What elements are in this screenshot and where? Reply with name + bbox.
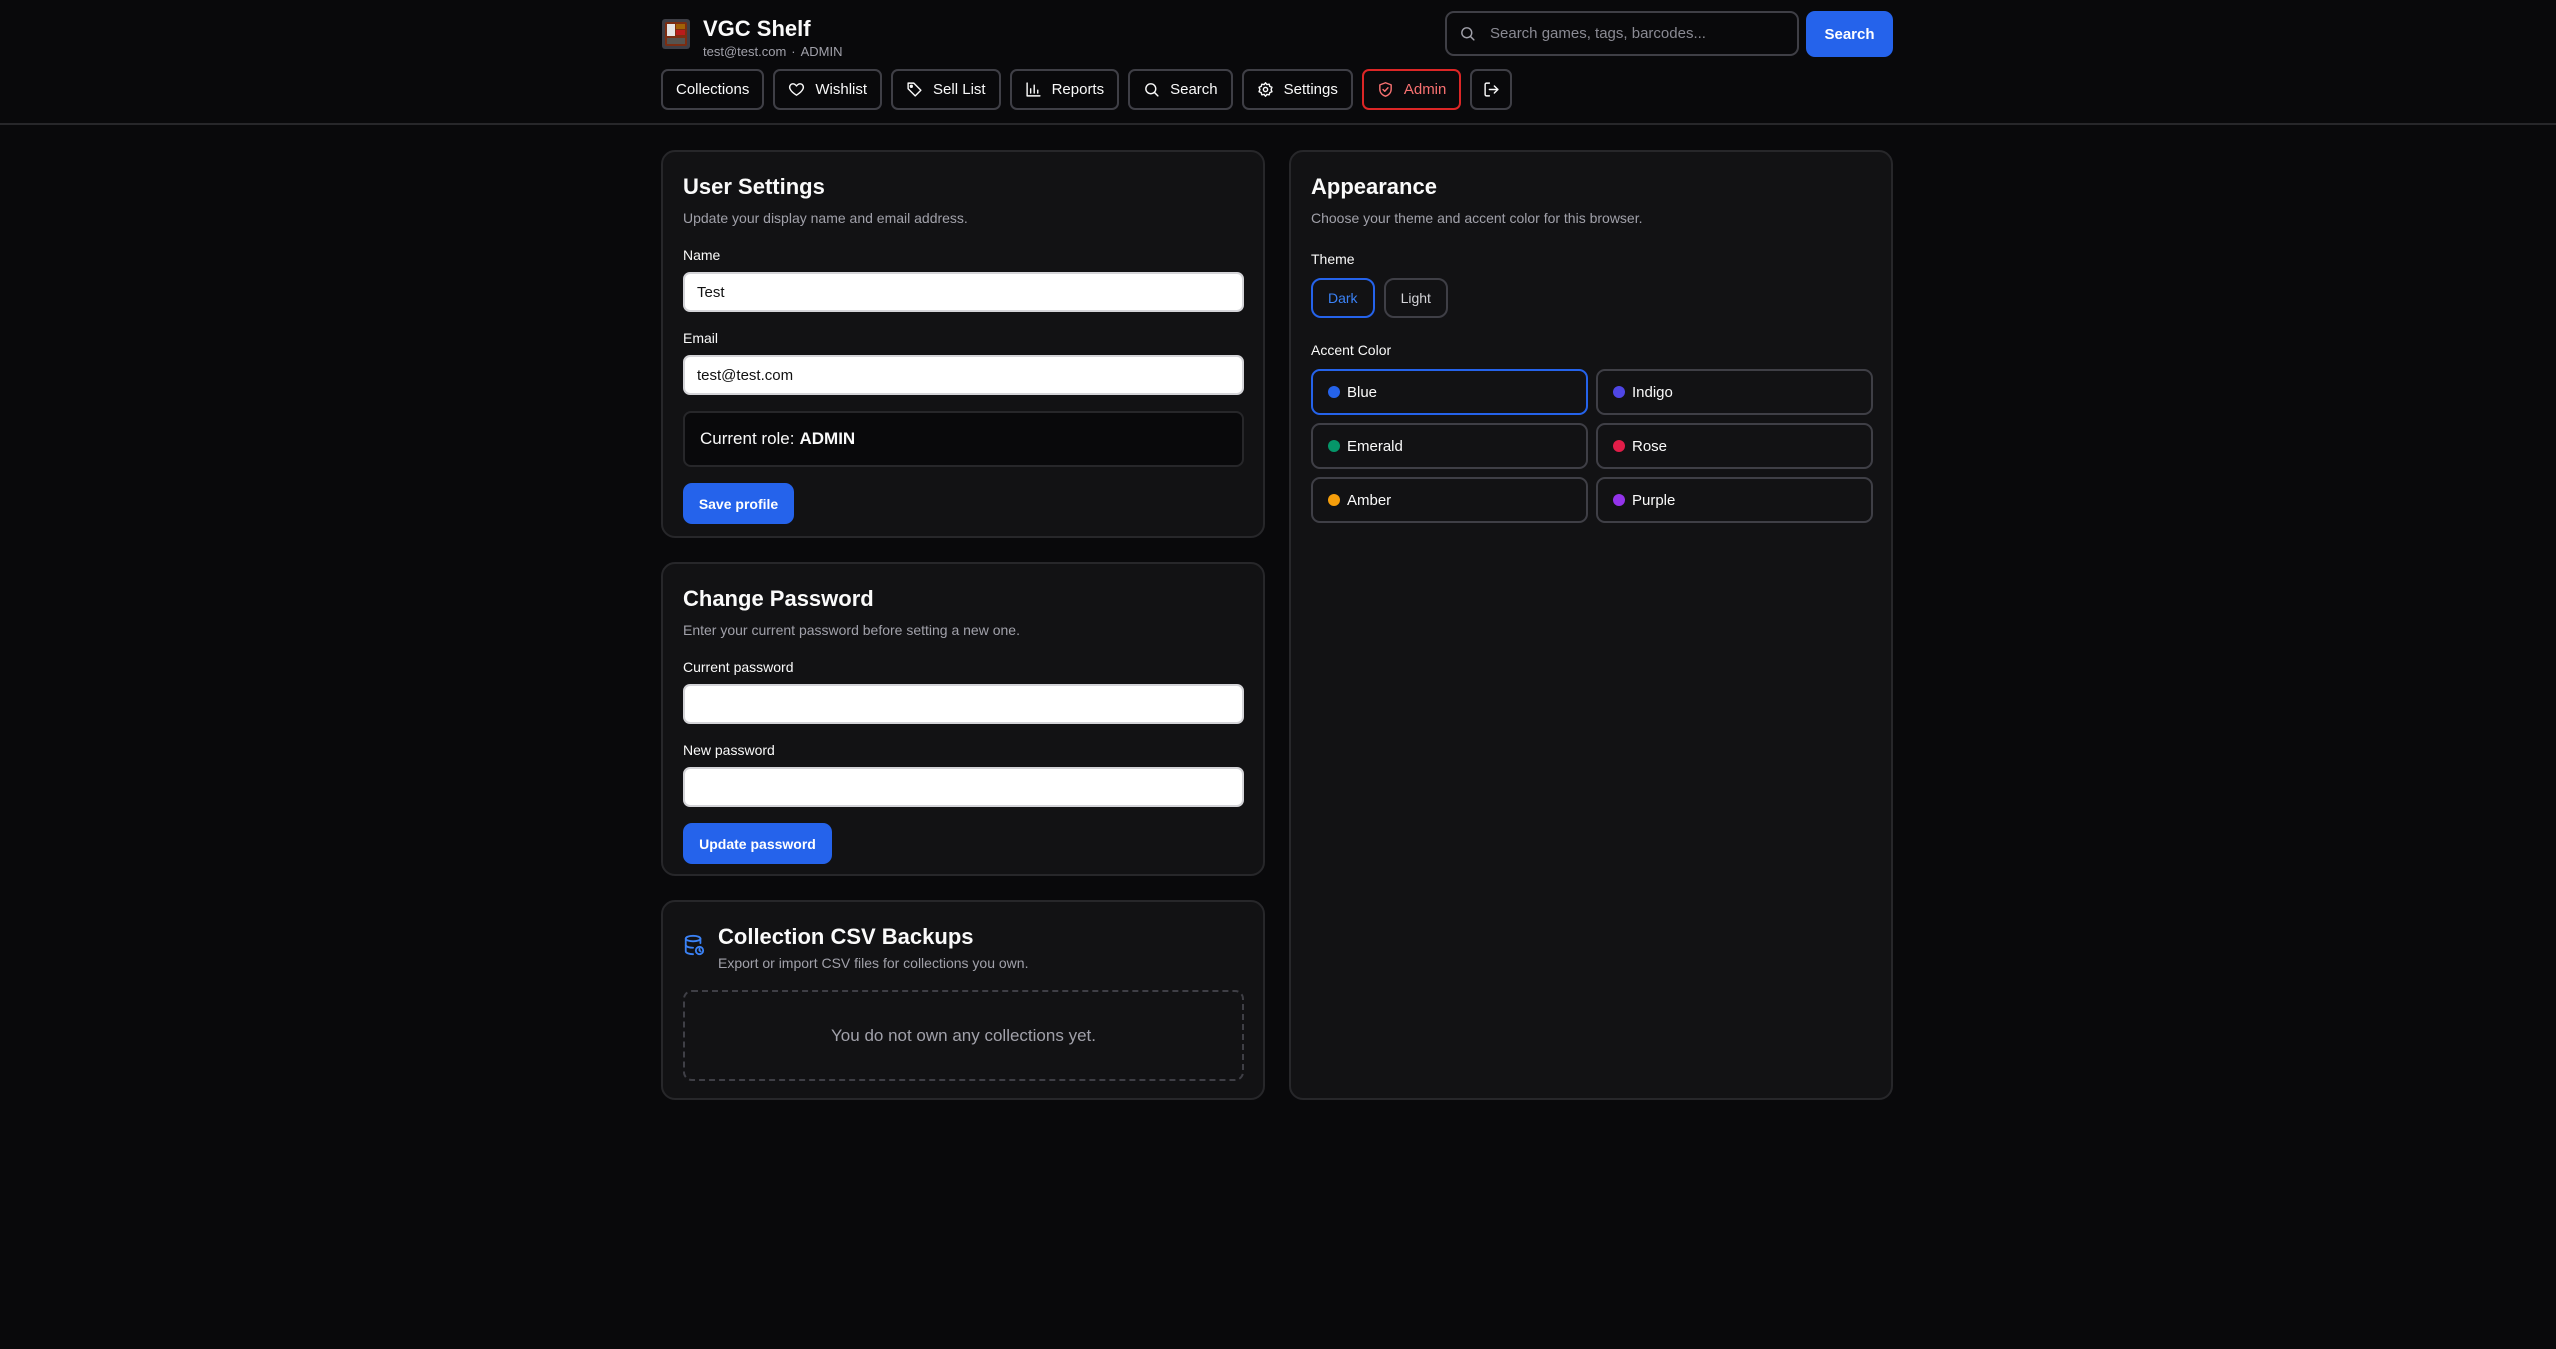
accent-purple-button[interactable]: Purple — [1596, 477, 1873, 523]
game-cartridge-icon — [662, 19, 690, 49]
accent-emerald-button[interactable]: Emerald — [1311, 423, 1588, 469]
accent-options: Blue Indigo Emerald Rose Amber Purple — [1311, 369, 1873, 523]
bar-chart-icon — [1025, 82, 1041, 97]
accent-label: Blue — [1347, 383, 1378, 401]
role-prefix: Current role: — [700, 429, 795, 448]
name-label: Name — [683, 247, 721, 263]
nav-search[interactable]: Search — [1128, 69, 1233, 110]
identity-separator: · — [791, 44, 796, 59]
nav-settings-label: Settings — [1283, 81, 1338, 98]
email-label: Email — [683, 330, 719, 346]
current-password-label: Current password — [683, 659, 794, 675]
empty-collections-message: You do not own any collections yet. — [683, 990, 1244, 1081]
accent-label: Purple — [1632, 491, 1676, 509]
card-title: Change Password — [683, 586, 874, 611]
search-icon — [1461, 27, 1475, 41]
card-title: User Settings — [683, 174, 825, 199]
color-swatch — [1613, 386, 1625, 398]
user-role: ADMIN — [800, 44, 843, 59]
theme-options: Dark Light — [1311, 278, 1871, 318]
current-role-box: Current role: ADMIN — [683, 411, 1244, 467]
nav-search-label: Search — [1170, 81, 1218, 98]
nav-admin[interactable]: Admin — [1361, 69, 1462, 110]
accent-rose-button[interactable]: Rose — [1596, 423, 1873, 469]
color-swatch — [1328, 494, 1340, 506]
accent-amber-button[interactable]: Amber — [1311, 477, 1588, 523]
accent-label: Rose — [1632, 437, 1668, 455]
color-swatch — [1328, 440, 1340, 452]
color-swatch — [1613, 440, 1625, 452]
csv-backups-card: Collection CSV Backups Export or import … — [661, 900, 1265, 1100]
nav-settings[interactable]: Settings — [1241, 69, 1353, 110]
user-settings-card: User Settings Update your display name a… — [661, 150, 1265, 538]
nav-collections[interactable]: Collections — [661, 69, 765, 110]
search-input[interactable] — [1490, 25, 1780, 42]
accent-blue-button[interactable]: Blue — [1311, 369, 1588, 415]
global-search — [1445, 11, 1799, 56]
role-value: ADMIN — [799, 429, 856, 448]
nav-collections-label: Collections — [676, 81, 750, 98]
brand: VGC Shelf test@test.com · ADMIN — [661, 16, 843, 60]
change-password-card: Change Password Enter your current passw… — [661, 562, 1265, 876]
save-profile-button[interactable]: Save profile — [683, 483, 794, 524]
app-header: VGC Shelf test@test.com · ADMIN Search Col… — [0, 0, 2556, 125]
gear-icon — [1257, 82, 1273, 97]
nav-sell-list[interactable]: Sell List — [891, 69, 1001, 110]
appearance-card: Appearance Choose your theme and accent … — [1289, 150, 1893, 1100]
logout-button[interactable] — [1470, 69, 1513, 110]
email-field[interactable] — [683, 355, 1244, 395]
card-description: Enter your current password before setti… — [683, 622, 1020, 638]
search-icon — [1145, 83, 1159, 97]
nav-sell-list-label: Sell List — [933, 81, 986, 98]
update-password-button[interactable]: Update password — [683, 823, 832, 864]
accent-label: Emerald — [1347, 437, 1403, 455]
tag-icon — [907, 82, 922, 97]
color-swatch — [1328, 386, 1340, 398]
accent-color-label: Accent Color — [1311, 342, 1392, 358]
accent-label: Indigo — [1632, 383, 1673, 401]
accent-indigo-button[interactable]: Indigo — [1596, 369, 1873, 415]
card-title: Collection CSV Backups — [718, 924, 974, 949]
card-description: Choose your theme and accent color for t… — [1311, 210, 1643, 226]
app-title: VGC Shelf — [703, 16, 811, 41]
theme-light-button[interactable]: Light — [1383, 278, 1448, 318]
csv-backups-header: Collection CSV Backups Export or import … — [683, 924, 1243, 972]
accent-label: Amber — [1347, 491, 1392, 509]
color-swatch — [1613, 494, 1625, 506]
card-description: Export or import CSV files for collectio… — [718, 955, 1029, 971]
search-button[interactable]: Search — [1806, 11, 1893, 57]
new-password-label: New password — [683, 742, 775, 758]
current-password-field[interactable] — [683, 684, 1244, 724]
name-field[interactable] — [683, 272, 1244, 312]
nav-admin-label: Admin — [1403, 81, 1447, 98]
card-description: Update your display name and email addre… — [683, 210, 968, 226]
user-email: test@test.com — [703, 44, 787, 59]
card-title: Appearance — [1311, 174, 1437, 199]
nav-reports[interactable]: Reports — [1009, 69, 1120, 110]
user-identity: test@test.com · ADMIN — [703, 44, 843, 60]
nav-wishlist-label: Wishlist — [815, 81, 868, 98]
nav-wishlist[interactable]: Wishlist — [773, 69, 883, 110]
nav-reports-label: Reports — [1051, 81, 1105, 98]
heart-icon — [789, 83, 805, 96]
shield-icon — [1378, 82, 1392, 97]
main-nav: Collections Wishlist Sell List Reports S… — [661, 69, 1513, 110]
new-password-field[interactable] — [683, 767, 1244, 807]
database-icon — [684, 934, 705, 956]
logout-icon — [1484, 82, 1499, 97]
theme-dark-button[interactable]: Dark — [1311, 278, 1375, 318]
theme-label: Theme — [1311, 251, 1355, 267]
